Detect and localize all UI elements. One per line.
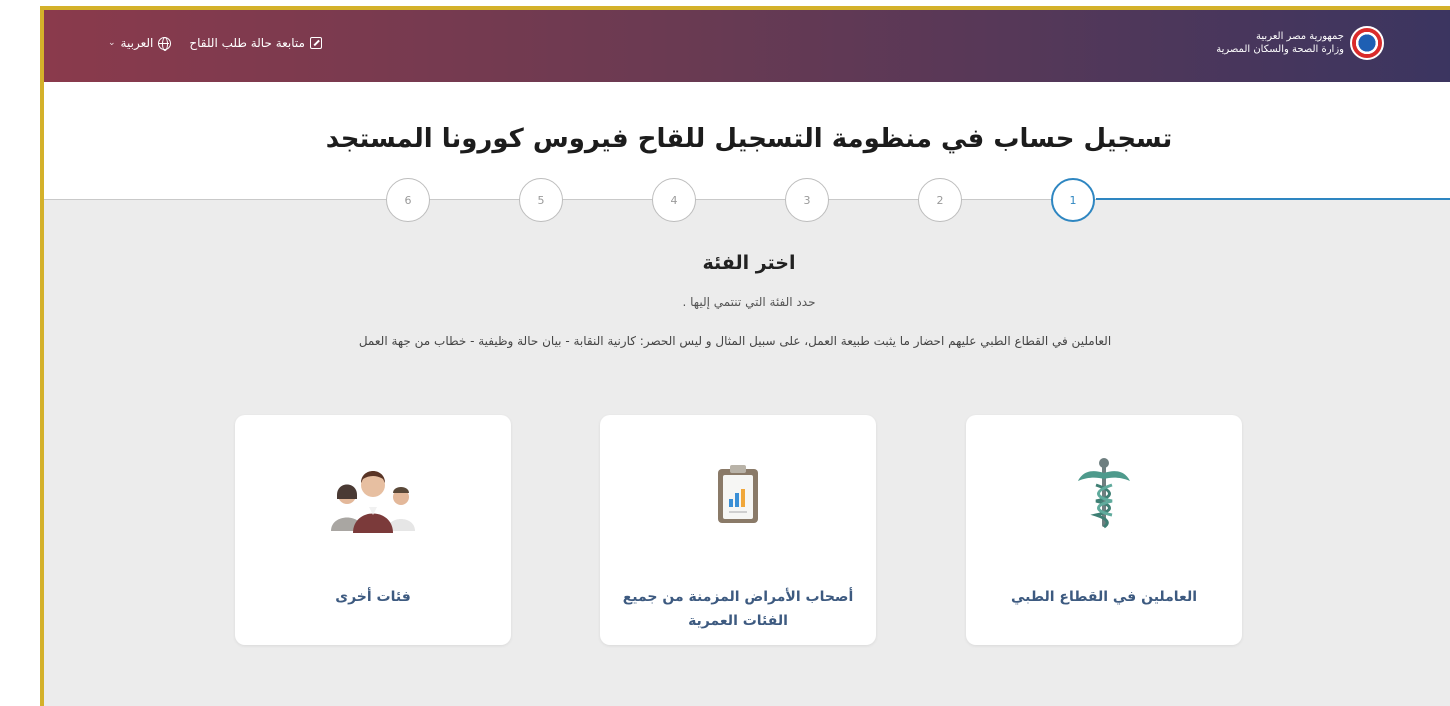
category-card-others[interactable]: فئات أخرى [235,415,511,645]
section-subtitle: حدد الفئة التي تنتمي إليها . [682,295,816,309]
track-request-link[interactable]: متابعة حالة طلب اللقاح [189,36,322,50]
people-group-icon [235,455,511,535]
medical-sector-note: العاملين في القطاع الطبي عليهم احضار ما … [358,334,1112,348]
stepper-progress [1096,198,1450,200]
step-2: 2 [918,178,962,222]
step-5: 5 [519,178,563,222]
brand-line-1: جمهورية مصر العربية [1256,31,1344,42]
page-title: تسجيل حساب في منظومة التسجيل للقاح فيروس… [325,124,1173,154]
section-title: اختر الفئة [702,252,796,274]
category-card-chronic-disease[interactable]: أصحاب الأمراض المزمنة من جميع الفئات الع… [600,415,876,645]
globe-icon [158,36,172,51]
track-request-label: متابعة حالة طلب اللقاح [189,36,305,50]
category-label: أصحاب الأمراض المزمنة من جميع الفئات الع… [622,589,854,629]
language-dropdown[interactable]: ⌄ العربية [108,36,172,51]
step-3: 3 [785,178,829,222]
language-label: العربية [120,36,154,50]
category-card-medical[interactable]: العاملين في القطاع الطبي [966,415,1242,645]
step-6: 6 [386,178,430,222]
brand-line-2: وزارة الصحة والسكان المصرية [1216,44,1344,55]
title-band: تسجيل حساب في منظومة التسجيل للقاح فيروس… [44,82,1450,200]
category-label: فئات أخرى [335,589,411,605]
edit-icon [309,37,322,49]
top-nav: ⌄ العربية متابعة حالة طلب اللقاح [108,36,322,51]
app-frame: جمهورية مصر العربية وزارة الصحة والسكان … [40,6,1450,706]
step-1: 1 [1051,178,1095,222]
caduceus-icon [966,455,1242,535]
brand-text: جمهورية مصر العربية وزارة الصحة والسكان … [1216,30,1344,56]
ministry-brand[interactable]: جمهورية مصر العربية وزارة الصحة والسكان … [1216,26,1384,60]
step-4: 4 [652,178,696,222]
ministry-logo-icon [1350,26,1384,60]
top-bar: جمهورية مصر العربية وزارة الصحة والسكان … [44,10,1450,82]
chevron-down-icon: ⌄ [108,38,116,48]
clipboard-chart-icon [600,455,876,535]
category-label: العاملين في القطاع الطبي [1010,589,1198,605]
